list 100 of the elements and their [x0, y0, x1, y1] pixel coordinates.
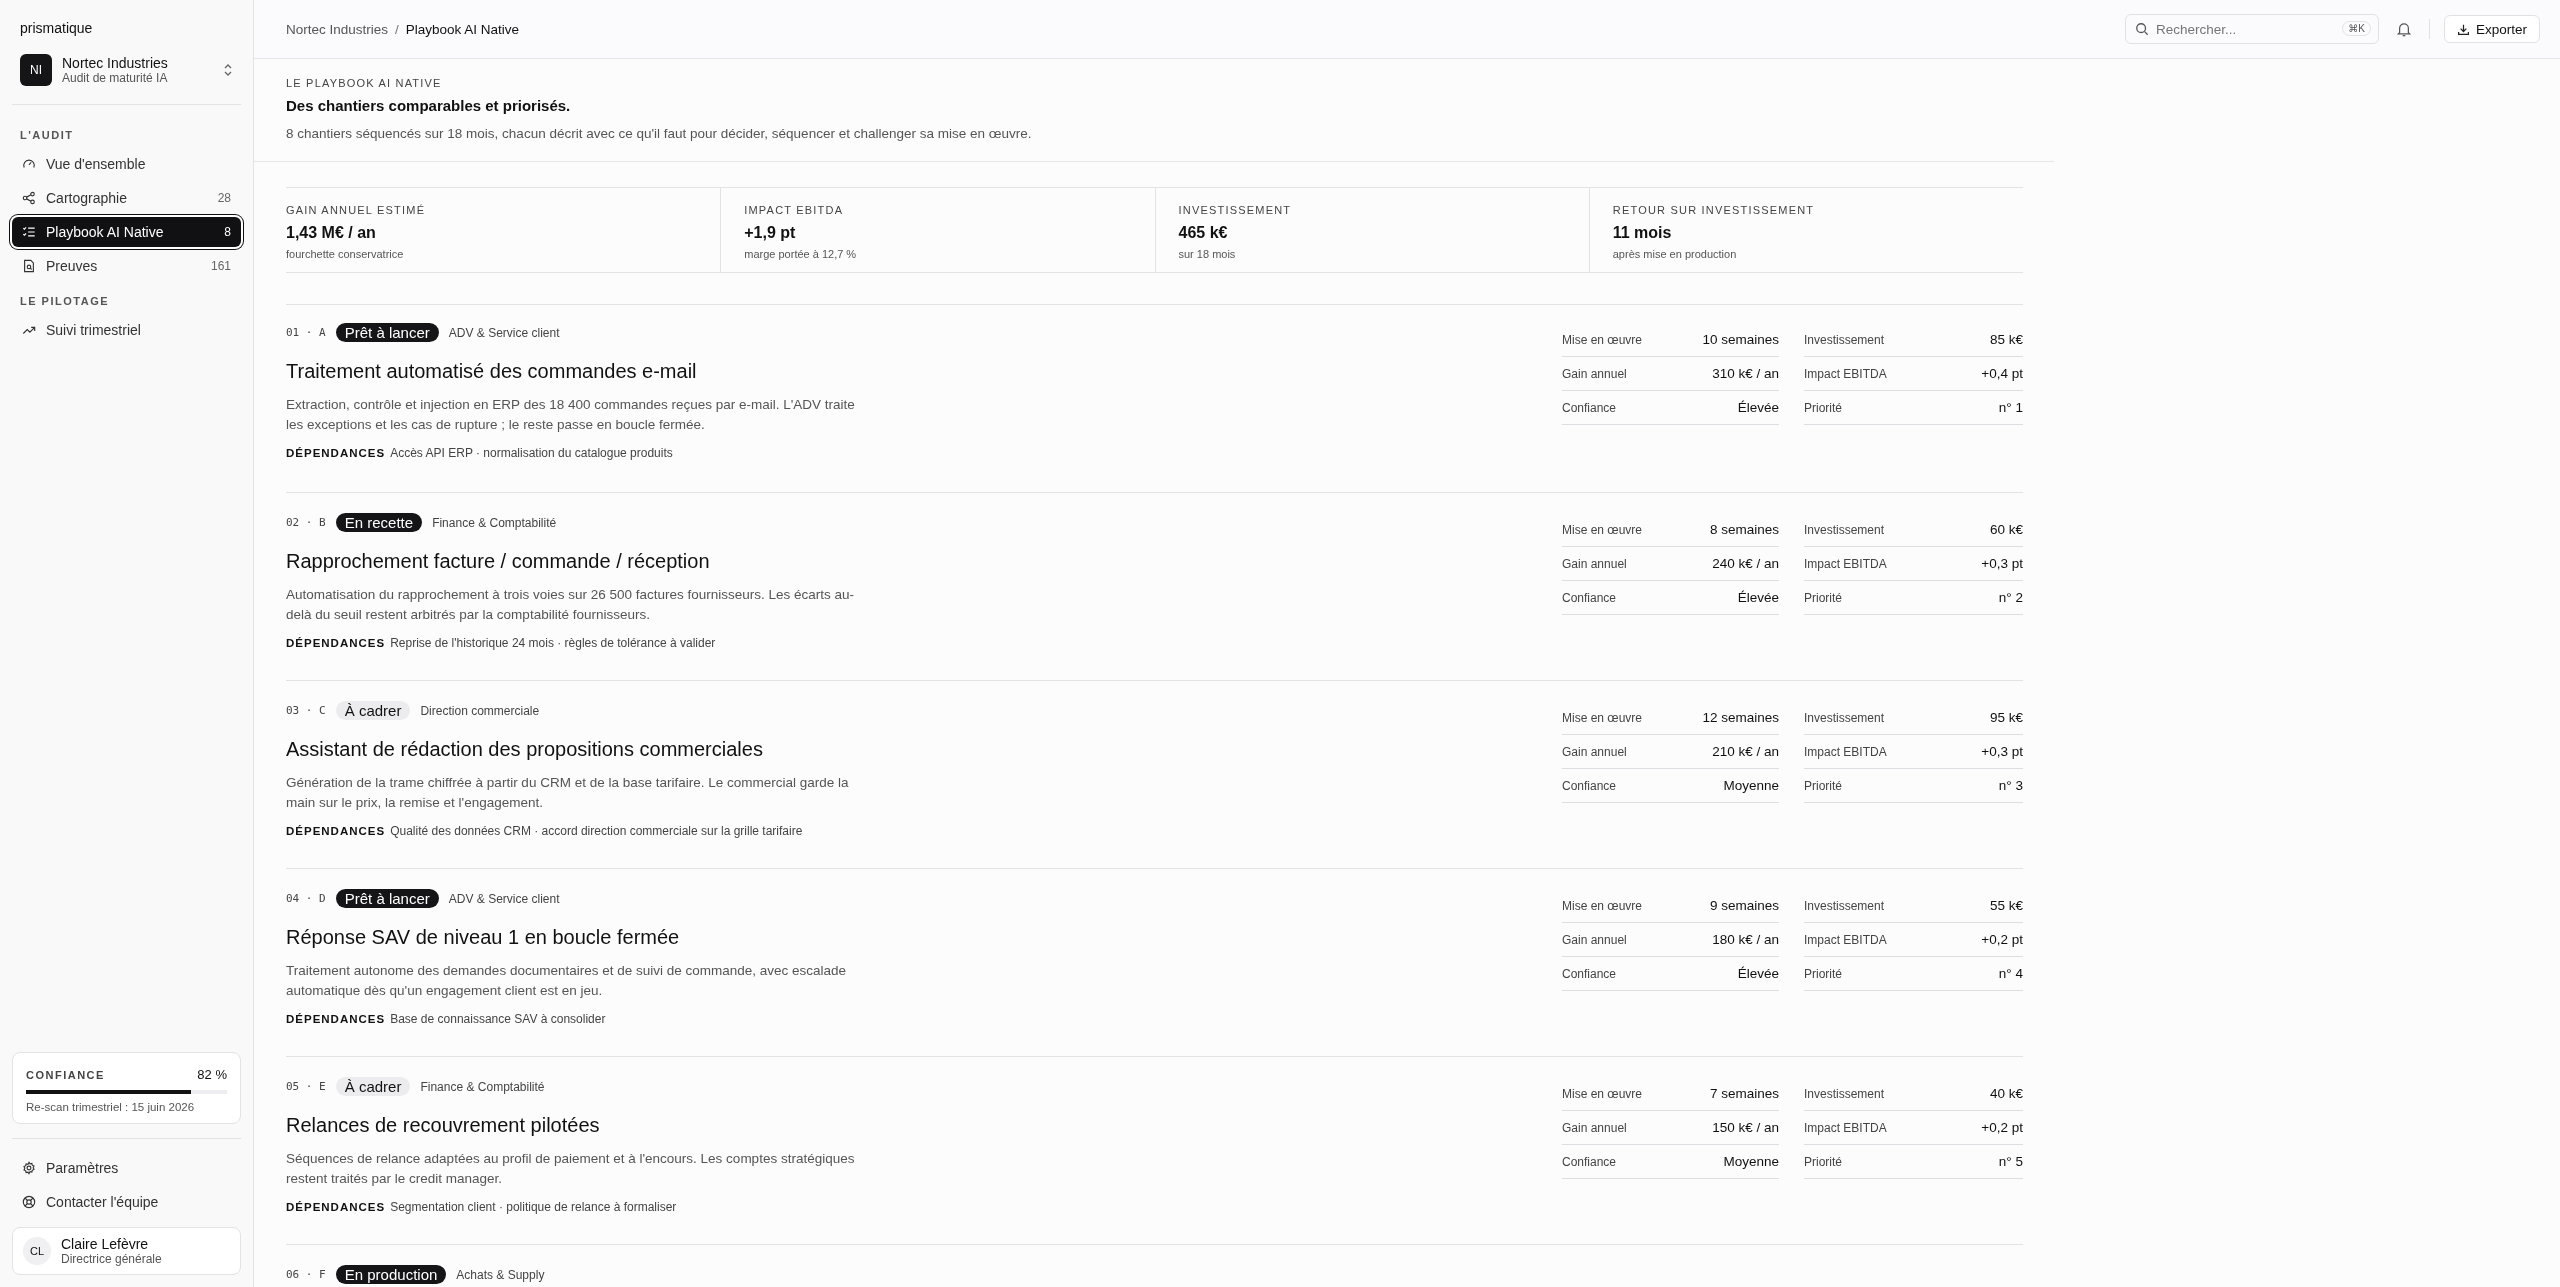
footer-link[interactable]: Paramètres	[12, 1153, 241, 1183]
project-domain: Finance & Comptabilité	[432, 515, 557, 530]
metric-value: 8 semaines	[1709, 522, 1779, 537]
metric-label: Priorité	[1804, 1154, 1842, 1169]
nav-item[interactable]: Preuves 161	[12, 251, 241, 281]
metric-label: Gain annuel	[1562, 744, 1627, 759]
dependencies-label: DÉPENDANCES	[286, 824, 386, 837]
metric-value: +0,3 pt	[1981, 556, 2023, 571]
metric-value: +0,2 pt	[1981, 1120, 2023, 1135]
metric-value: 240 k€ / an	[1712, 556, 1779, 571]
metric-value: 95 k€	[1989, 710, 2023, 725]
metric-value: +0,2 pt	[1981, 932, 2023, 947]
metric-label: Gain annuel	[1562, 932, 1627, 947]
metric-label: Mise en œuvre	[1562, 898, 1643, 913]
project-domain: Finance & Comptabilité	[420, 1079, 545, 1094]
share-icon	[22, 191, 36, 205]
brand-name: prismatique	[19, 19, 94, 38]
metric-label: Gain annuel	[1562, 556, 1627, 571]
footer-link[interactable]: Contacter l'équipe	[12, 1187, 241, 1217]
nav-item[interactable]: Playbook AI Native 8	[12, 217, 241, 247]
organization-name: Nortec Industries	[62, 55, 169, 71]
page-title: Des chantiers comparables et priorisés.	[286, 97, 572, 114]
kpi-label: IMPACT EBITDA	[744, 204, 845, 216]
confidence-note: Re-scan trimestriel : 15 juin 2026	[26, 1101, 196, 1113]
kpi-value: 1,43 M€ / an	[286, 224, 377, 242]
status-badge: Prêt à lancer	[335, 323, 439, 342]
metric-value: 150 k€ / an	[1712, 1120, 1779, 1135]
lifebuoy-icon	[22, 1195, 36, 1209]
metric-value: 7 semaines	[1709, 1086, 1779, 1101]
metric-label: Priorité	[1804, 400, 1842, 415]
confidence-label: CONFIANCE	[26, 1068, 105, 1081]
metric-value: n° 4	[1998, 966, 2023, 981]
page-description: 8 chantiers séquencés sur 18 mois, chacun décrit avec ce qu'il faut pour décider, séquencer et challenger sa mise en œuvre.	[286, 126, 1033, 141]
settings-icon	[22, 1161, 36, 1175]
project-description: Extraction, contrôle et injection en ERP des 18 400 commandes reçues par e-mail. L'ADV traite les exceptions et les cas de rupture ; le reste passe en boucle fermée.	[286, 396, 856, 435]
metric-label: Impact EBITDA	[1804, 1120, 1887, 1135]
breadcrumb-item[interactable]: Nortec Industries	[286, 21, 389, 37]
metric-value: 55 k€	[1989, 898, 2023, 913]
metric-value: +0,3 pt	[1981, 744, 2023, 759]
metric-value: 85 k€	[1989, 332, 2023, 347]
metric-value: Élevée	[1737, 400, 1779, 415]
nav-item[interactable]: Vue d'ensemble	[12, 149, 241, 179]
document-search-icon	[22, 259, 36, 273]
status-badge: En production	[335, 1265, 447, 1284]
metric-label: Mise en œuvre	[1562, 522, 1643, 537]
user-avatar: CL	[23, 1237, 51, 1265]
project-number: 03 · C	[286, 704, 326, 717]
kpi-value: 465 k€	[1178, 224, 1229, 242]
user-card[interactable]: CL Claire Lefèvre Directrice générale	[12, 1227, 241, 1275]
organization-subtitle: Audit de maturité IA	[62, 71, 169, 85]
download-icon	[2456, 22, 2470, 36]
metric-label: Investissement	[1804, 898, 1885, 913]
metric-value: 60 k€	[1989, 522, 2023, 537]
metric-value: 310 k€ / an	[1712, 366, 1779, 381]
metric-value: n° 3	[1998, 778, 2023, 793]
export-button[interactable]: Exporter	[2443, 15, 2540, 43]
organization-avatar: NI	[20, 54, 52, 86]
metric-value: 180 k€ / an	[1712, 932, 1779, 947]
metric-value: Élevée	[1737, 966, 1779, 981]
organization-switcher[interactable]: NI Nortec Industries Audit de maturité IA	[12, 50, 241, 90]
metric-value: n° 1	[1998, 400, 2023, 415]
metric-value: 40 k€	[1989, 1086, 2023, 1101]
breadcrumb-item: Playbook AI Native	[405, 21, 520, 37]
project-description: Séquences de relance adaptées au profil de paiement et à l'encours. Les comptes stratégiques restent traités par le credit manager.	[286, 1150, 856, 1189]
metric-label: Investissement	[1804, 332, 1885, 347]
project-title: Traitement automatisé des commandes e-mail	[286, 360, 698, 383]
metric-label: Investissement	[1804, 1086, 1885, 1101]
dependencies-text: Qualité des données CRM · accord direction commerciale sur la grille tarifaire	[390, 823, 803, 838]
kpi-label: INVESTISSEMENT	[1178, 204, 1293, 216]
project-title: Relances de recouvrement pilotées	[286, 1114, 601, 1137]
checklist-icon	[22, 225, 36, 239]
project-domain: ADV & Service client	[448, 325, 560, 340]
project-title: Rapprochement facture / commande / réception	[286, 550, 711, 573]
dependencies-label: DÉPENDANCES	[286, 636, 386, 649]
user-name: Claire Lefèvre	[61, 1236, 150, 1252]
metric-label: Impact EBITDA	[1804, 556, 1887, 571]
metric-label: Priorité	[1804, 966, 1842, 981]
metric-label: Confiance	[1562, 1154, 1617, 1169]
confidence-reading: 82 %	[197, 1067, 227, 1082]
status-badge: En recette	[335, 513, 423, 532]
dependencies-label: DÉPENDANCES	[286, 1200, 386, 1213]
metric-value: 210 k€ / an	[1712, 744, 1779, 759]
metric-label: Confiance	[1562, 778, 1617, 793]
project-number: 01 · A	[286, 326, 326, 339]
nav-item[interactable]: Cartographie 28	[12, 183, 241, 213]
bell-icon	[2396, 21, 2411, 37]
project-number: 06 · F	[286, 1268, 326, 1281]
project-title: Assistant de rédaction des propositions commerciales	[286, 738, 764, 761]
metric-value: Moyenne	[1723, 1154, 1779, 1169]
dependencies-text: Segmentation client · politique de relance à formaliser	[390, 1199, 677, 1214]
metric-label: Impact EBITDA	[1804, 366, 1887, 381]
nav-section-title: LE PILOTAGE	[19, 294, 111, 309]
metric-label: Mise en œuvre	[1562, 710, 1643, 725]
project-description: Automatisation du rapprochement à trois voies sur 26 500 factures fournisseurs. Les écarts au-delà du seuil restent arbitrés par la comptabilité fournisseurs.	[286, 586, 856, 625]
project-number: 04 · D	[286, 892, 326, 905]
metric-value: Élevée	[1737, 590, 1779, 605]
nav-item[interactable]: Suivi trimestriel	[12, 315, 241, 345]
project-description: Traitement autonome des demandes documentaires et de suivi de commande, avec escalade automatique dès qu'un engagement client est en jeu.	[286, 962, 848, 1001]
status-badge: À cadrer	[335, 701, 411, 720]
user-role: Directrice générale	[61, 1252, 163, 1266]
